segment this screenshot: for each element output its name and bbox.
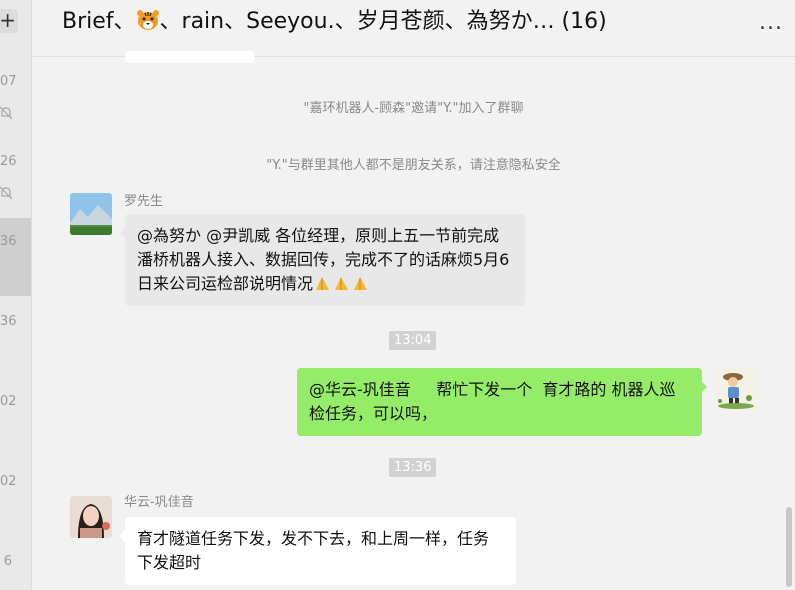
chat-title-part1: Brief、 — [62, 9, 136, 34]
chat-list-time: 07 — [0, 74, 17, 89]
selected-chat-highlight — [0, 218, 31, 296]
message-text: 育才隧道任务下发，发不下去，和上周一样，任务下发超时 — [137, 529, 490, 572]
message-area[interactable]: "嘉环机器人-顾森"邀请"Y."加入了群聊 "Y."与群里其他人都不是朋友关系，… — [32, 51, 795, 590]
bell-muted-icon — [0, 106, 12, 120]
previous-message-bubble — [125, 51, 255, 63]
chat-list-strip: + 07 26 36 36 02 02 6 — [0, 0, 32, 590]
chat-title-part2: 、rain、Seeyou.、岁月苍颜、為努か… (16) — [159, 9, 607, 34]
add-button[interactable]: + — [0, 9, 18, 33]
chat-list-time: 26 — [0, 154, 17, 169]
chat-list-time: 36 — [0, 314, 17, 329]
chat-title[interactable]: Brief、 、rain、Seeyou.、岁月苍颜、為努か… (16) — [62, 3, 607, 35]
folded-hands-emoji — [354, 277, 368, 290]
tiger-face-emoji — [136, 10, 159, 30]
avatar-gong[interactable] — [70, 496, 112, 538]
system-message-privacy: "Y."与群里其他人都不是朋友关系，请注意隐私安全 — [266, 158, 561, 173]
folded-hands-emoji — [316, 277, 330, 290]
sender-name: 华云-巩佳音 — [124, 495, 194, 510]
chat-list-time: 02 — [0, 474, 17, 489]
timestamp: 13:36 — [389, 458, 437, 477]
folded-hands-emoji — [335, 277, 349, 290]
chat-list-time: 36 — [0, 234, 17, 249]
avatar-luo[interactable] — [70, 193, 112, 235]
message-bubble-incoming[interactable]: 育才隧道任务下发，发不下去，和上周一样，任务下发超时 — [120, 517, 516, 585]
chat-header: Brief、 、rain、Seeyou.、岁月苍颜、為努か… (16) ... — [32, 0, 795, 57]
scrollbar[interactable] — [786, 507, 792, 587]
message-bubble-incoming[interactable]: @為努か @尹凯威 各位经理，原则上五一节前完成潘桥机器人接入、数据回传，完成不… — [120, 214, 525, 306]
avatar-self[interactable] — [715, 368, 757, 410]
message-bubble-outgoing[interactable]: @华云-巩佳音 帮忙下发一个 育才路的 机器人巡检任务，可以吗， — [297, 368, 707, 436]
system-message-invite: "嘉环机器人-顾森"邀请"Y."加入了群聊 — [303, 101, 524, 116]
chat-list-time: 02 — [0, 394, 17, 409]
more-options-button[interactable]: ... — [759, 12, 783, 34]
sender-name: 罗先生 — [124, 194, 164, 209]
message-text: @华云-巩佳音 帮忙下发一个 育才路的 机器人巡检任务，可以吗， — [309, 380, 676, 423]
bell-muted-icon — [0, 186, 12, 200]
chat-list-time: 6 — [3, 554, 12, 569]
timestamp: 13:04 — [389, 331, 437, 350]
